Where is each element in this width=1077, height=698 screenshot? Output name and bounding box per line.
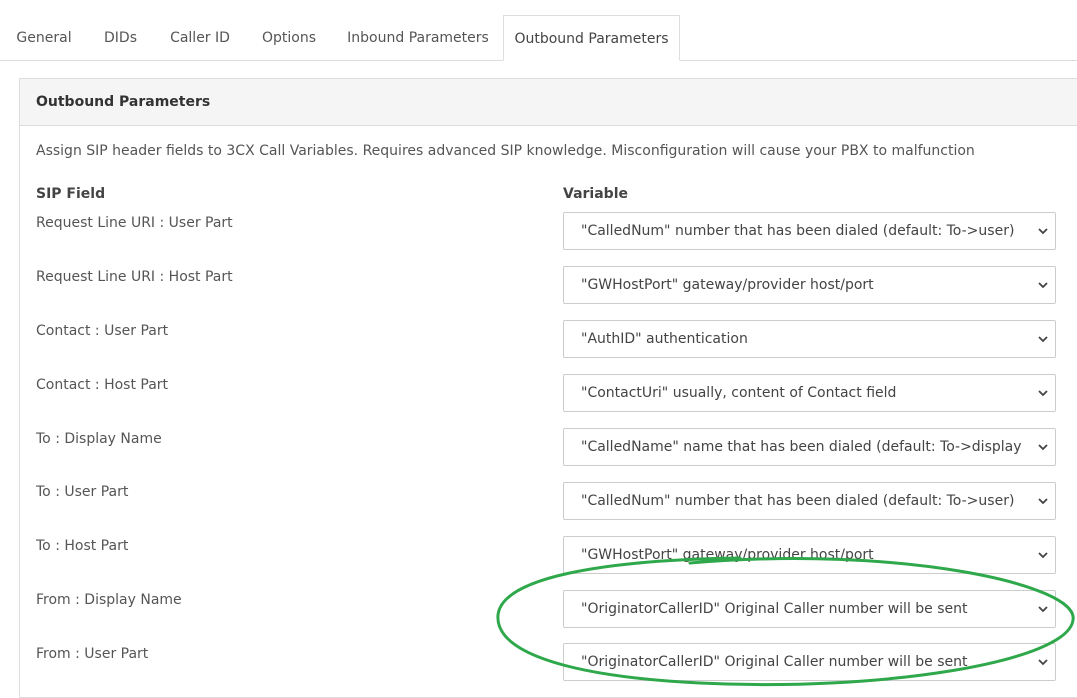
sip-field-label: To : User Part [36,484,129,500]
variable-select-value: "AuthID" authentication [581,331,748,347]
chevron-down-icon [1038,444,1048,451]
variable-select-value: "CalledNum" number that has been dialed … [581,493,1015,509]
chevron-down-icon [1038,228,1048,235]
tab-outbound-parameters[interactable]: Outbound Parameters [503,15,680,61]
panel-title: Outbound Parameters [36,94,211,110]
sip-field-label: Contact : User Part [36,323,169,339]
tab-bar: General DIDs Caller ID Options Inbound P… [0,0,1077,61]
chevron-down-icon [1038,606,1048,613]
variable-select-value: "CalledNum" number that has been dialed … [581,223,1015,239]
variable-select-value: "OriginatorCallerID" Original Caller num… [581,654,968,670]
sip-field-label: To : Host Part [36,538,129,554]
sip-field-label: From : Display Name [36,592,182,608]
variable-select-value: "OriginatorCallerID" Original Caller num… [581,601,968,617]
tab-caller-id[interactable]: Caller ID [160,17,240,60]
sip-field-label: To : Display Name [36,431,162,447]
chevron-down-icon [1038,498,1048,505]
chevron-down-icon [1038,552,1048,559]
variable-select[interactable]: "ContactUri" usually, content of Contact… [563,374,1056,412]
panel-heading: Outbound Parameters [20,79,1077,126]
chevron-down-icon [1038,336,1048,343]
variable-select[interactable]: "OriginatorCallerID" Original Caller num… [563,643,1056,681]
variable-select-value: "ContactUri" usually, content of Contact… [581,385,897,401]
variable-select-value: "GWHostPort" gateway/provider host/port [581,547,874,563]
tab-general[interactable]: General [8,17,80,60]
sip-field-label: Request Line URI : Host Part [36,269,233,285]
tab-dids[interactable]: DIDs [92,17,149,60]
variable-select-value: "GWHostPort" gateway/provider host/port [581,277,874,293]
variable-select[interactable]: "GWHostPort" gateway/provider host/port [563,536,1056,574]
variable-select[interactable]: "AuthID" authentication [563,320,1056,358]
sip-field-label: Contact : Host Part [36,377,169,393]
chevron-down-icon [1038,282,1048,289]
panel-description: Assign SIP header fields to 3CX Call Var… [36,143,975,159]
column-header-sip-field: SIP Field [36,186,106,202]
variable-select[interactable]: "GWHostPort" gateway/provider host/port [563,266,1056,304]
tab-options[interactable]: Options [252,17,326,60]
chevron-down-icon [1038,659,1048,666]
variable-select[interactable]: "CalledName" name that has been dialed (… [563,428,1056,466]
variable-select[interactable]: "CalledNum" number that has been dialed … [563,212,1056,250]
sip-field-label: From : User Part [36,646,149,662]
column-header-variable: Variable [563,186,628,202]
sip-field-label: Request Line URI : User Part [36,215,233,231]
tab-inbound-parameters[interactable]: Inbound Parameters [338,17,498,60]
variable-select-value: "CalledName" name that has been dialed (… [581,439,1026,455]
variable-select[interactable]: "OriginatorCallerID" Original Caller num… [563,590,1056,628]
chevron-down-icon [1038,390,1048,397]
variable-select[interactable]: "CalledNum" number that has been dialed … [563,482,1056,520]
